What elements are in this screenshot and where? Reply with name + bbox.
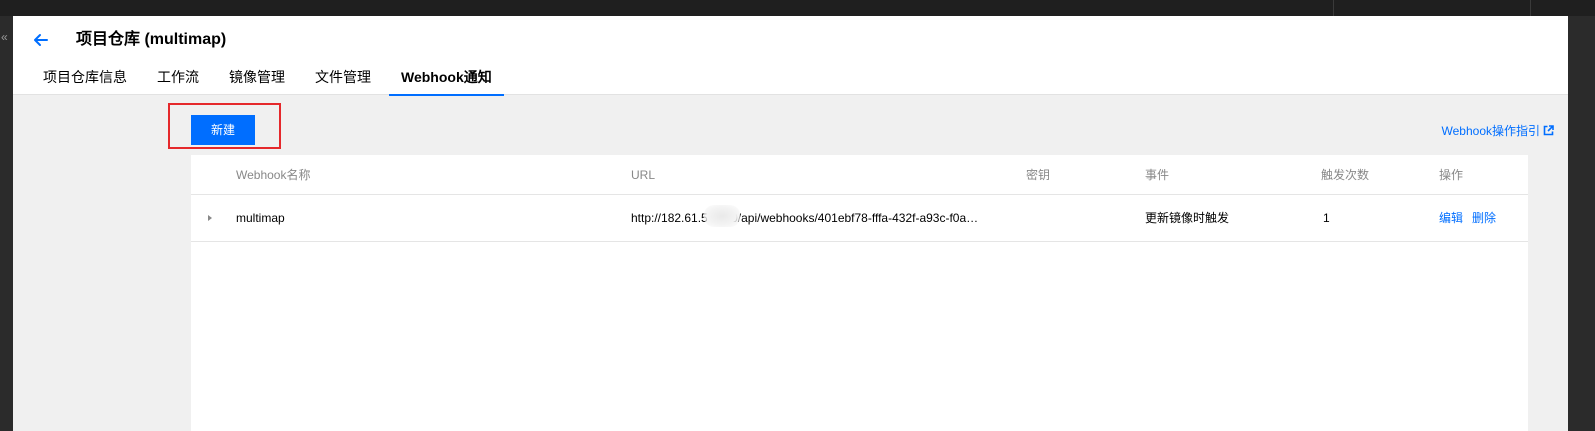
delete-link[interactable]: 删除 [1472, 210, 1496, 226]
collapse-sidebar-icon[interactable]: « [1, 30, 8, 44]
page-title: 项目仓库 (multimap) [76, 31, 227, 48]
right-rail [1568, 16, 1595, 431]
top-strip-separator [1530, 0, 1531, 16]
left-rail: « [0, 16, 13, 431]
webhook-url: http://182.61.5 9000/api/webhooks/401ebf… [631, 211, 979, 225]
tab-file-management[interactable]: 文件管理 [303, 66, 383, 95]
page-header: 项目仓库 (multimap) 项目仓库信息 工作流 镜像管理 文件管理 Web… [13, 16, 1568, 96]
top-strip [0, 0, 1595, 16]
webhook-name: multimap [236, 211, 285, 225]
external-link-icon [1543, 125, 1554, 136]
column-header-name: Webhook名称 [236, 168, 311, 182]
table-header: Webhook名称 URL 密钥 事件 触发次数 操作 [191, 155, 1528, 195]
create-button[interactable]: 新建 [191, 115, 255, 145]
column-header-event: 事件 [1145, 168, 1170, 182]
webhook-trigger-count: 1 [1323, 211, 1330, 225]
column-header-trigger-count: 触发次数 [1321, 168, 1370, 182]
back-arrow-icon[interactable] [31, 30, 51, 50]
webhook-table: Webhook名称 URL 密钥 事件 触发次数 操作 multimap htt… [191, 155, 1528, 431]
edit-link[interactable]: 编辑 [1439, 210, 1463, 226]
expand-row-icon[interactable] [206, 214, 214, 222]
webhook-event: 更新镜像时触发 [1145, 211, 1230, 225]
tab-image-management[interactable]: 镜像管理 [217, 66, 297, 95]
column-header-url: URL [631, 168, 656, 182]
redaction-blur [704, 205, 740, 227]
tab-bar: 项目仓库信息 工作流 镜像管理 文件管理 Webhook通知 [31, 66, 510, 96]
tab-workflow[interactable]: 工作流 [145, 66, 211, 95]
webhook-guide-label: Webhook操作指引 [1441, 124, 1540, 138]
webhook-guide-link[interactable]: Webhook操作指引 [1442, 122, 1554, 139]
tab-webhook[interactable]: Webhook通知 [389, 66, 504, 96]
table-row: multimap http://182.61.5 9000/api/webhoo… [191, 195, 1528, 242]
column-header-actions: 操作 [1439, 168, 1464, 182]
top-strip-separator [1333, 0, 1334, 16]
tab-repo-info[interactable]: 项目仓库信息 [31, 66, 139, 95]
column-header-secret: 密钥 [1026, 168, 1051, 182]
